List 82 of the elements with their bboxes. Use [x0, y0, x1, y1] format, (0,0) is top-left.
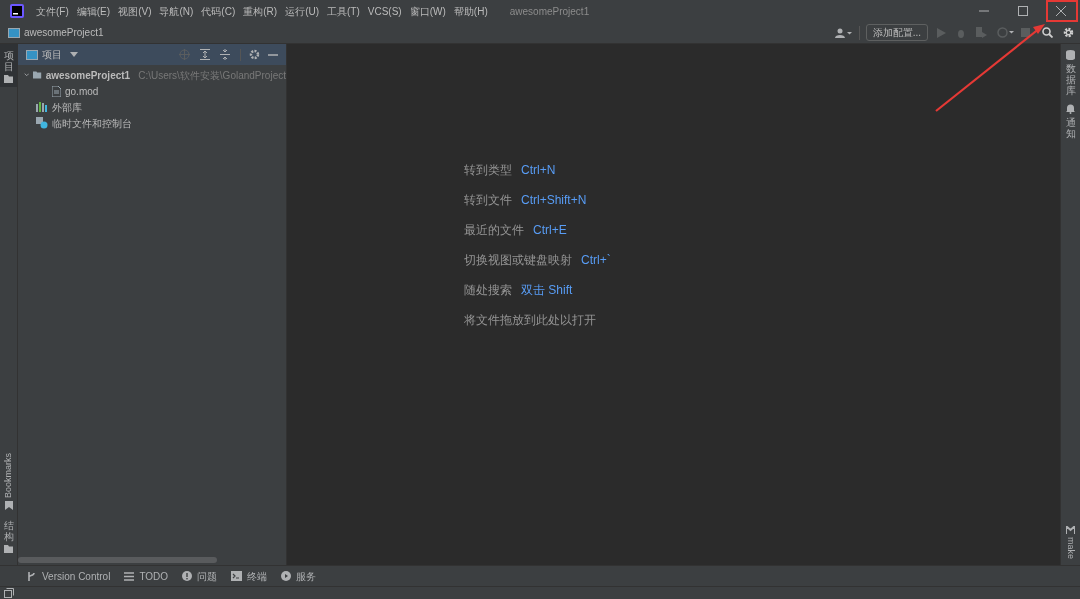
hint-label: 随处搜索: [464, 281, 512, 299]
shortcut: 双击 Shift: [521, 281, 573, 299]
menu-item[interactable]: 重构(R): [239, 3, 282, 19]
project-icon: [26, 49, 38, 60]
menu-item[interactable]: 代码(C): [197, 3, 240, 19]
collapse-all-icon[interactable]: [220, 49, 230, 60]
tree-item[interactable]: 临时文件和控制台: [18, 115, 286, 131]
tree-item[interactable]: go.mod: [18, 83, 286, 99]
branch-icon: [27, 570, 37, 582]
bookmark-icon: [4, 501, 13, 510]
menu-item[interactable]: 帮助(H): [449, 3, 492, 19]
tree-label: 临时文件和控制台: [52, 116, 132, 131]
menu-item[interactable]: 文件(F): [32, 3, 73, 19]
tab-label: make: [1065, 537, 1078, 559]
tab-label: 通知: [1065, 117, 1076, 139]
tree-label: go.mod: [65, 84, 99, 99]
bell-icon: [1066, 104, 1075, 114]
menu-item[interactable]: 运行(U): [281, 3, 324, 19]
tool-window-button[interactable]: 问题: [182, 568, 218, 584]
terminal-icon: [231, 571, 243, 581]
shortcut: Ctrl+E: [533, 221, 567, 239]
tree-item[interactable]: 外部库: [18, 99, 286, 115]
dropdown-icon[interactable]: [70, 52, 78, 57]
user-icon[interactable]: [834, 27, 853, 38]
menu-item[interactable]: 工具(T): [323, 3, 364, 19]
panels-icon[interactable]: [4, 588, 14, 598]
annotation-box: [1046, 0, 1078, 22]
project-icon: [8, 27, 20, 38]
panel-title: 项目: [42, 48, 62, 62]
folder-icon: [4, 75, 13, 83]
list-icon: [124, 571, 135, 581]
tool-window-button[interactable]: Version Control: [27, 568, 111, 584]
menu-item[interactable]: 导航(N): [155, 3, 198, 19]
close-icon[interactable]: [1056, 6, 1066, 16]
hint-label: 最近的文件: [464, 221, 524, 239]
scrollbar[interactable]: [18, 557, 217, 563]
tab-label: Bookmarks: [1, 453, 14, 498]
chevron-icon[interactable]: [24, 71, 30, 79]
hide-icon[interactable]: [268, 53, 278, 56]
tool-window-tab[interactable]: 结构: [0, 514, 17, 557]
library-icon: [36, 102, 48, 112]
tool-window-tab[interactable]: make: [1063, 526, 1078, 559]
menu-item[interactable]: 编辑(E): [72, 3, 115, 19]
info-icon: [182, 571, 193, 581]
tool-window-button[interactable]: 终端: [231, 568, 268, 584]
hint-label: 转到文件: [464, 191, 512, 209]
search-icon[interactable]: [1042, 27, 1053, 38]
make-icon: [1066, 526, 1075, 534]
menu-item[interactable]: 窗口(W): [405, 3, 450, 19]
tree-label: awesomeProject1: [45, 68, 131, 83]
add-configuration-button[interactable]: 添加配置...: [865, 24, 928, 41]
database-icon: [1066, 50, 1075, 60]
hint-label: 转到类型: [464, 161, 512, 179]
play-circle-icon: [281, 571, 292, 581]
menu-item[interactable]: VCS(S): [363, 3, 406, 19]
profiler-icon[interactable]: [997, 27, 1015, 38]
tool-window-button[interactable]: TODO: [124, 568, 169, 584]
hint-label: 切换视图或键盘映射: [464, 251, 572, 269]
settings-icon[interactable]: [249, 49, 260, 60]
tool-window-tab[interactable]: 通知: [1065, 104, 1076, 139]
app-logo-icon: [10, 4, 24, 18]
hint-label: 将文件拖放到此处以打开: [464, 311, 596, 329]
tool-window-tab[interactable]: 项目: [0, 44, 17, 87]
tree-label: 外部库: [52, 100, 82, 115]
breadcrumb[interactable]: awesomeProject1: [24, 25, 104, 40]
folder-icon: [33, 70, 42, 80]
window-title: awesomeProject1: [509, 4, 590, 19]
shortcut: Ctrl+`: [581, 251, 611, 269]
tab-label: 项目: [3, 50, 14, 72]
maximize-icon[interactable]: [1018, 6, 1028, 16]
tab-label: 结构: [3, 520, 14, 542]
shortcut: Ctrl+Shift+N: [521, 191, 587, 209]
file-icon: [52, 85, 61, 97]
tool-window-button[interactable]: 服务: [281, 568, 317, 584]
tool-window-tab[interactable]: 数据库: [1065, 50, 1076, 96]
tool-window-tab[interactable]: Bookmarks: [0, 449, 17, 514]
shortcut: Ctrl+N: [521, 161, 556, 179]
tab-label: 数据库: [1065, 63, 1076, 96]
scratch-icon: [36, 117, 48, 129]
menu-item[interactable]: 视图(V): [114, 3, 156, 19]
expand-all-icon[interactable]: [200, 49, 210, 60]
settings-icon[interactable]: [1063, 27, 1074, 38]
